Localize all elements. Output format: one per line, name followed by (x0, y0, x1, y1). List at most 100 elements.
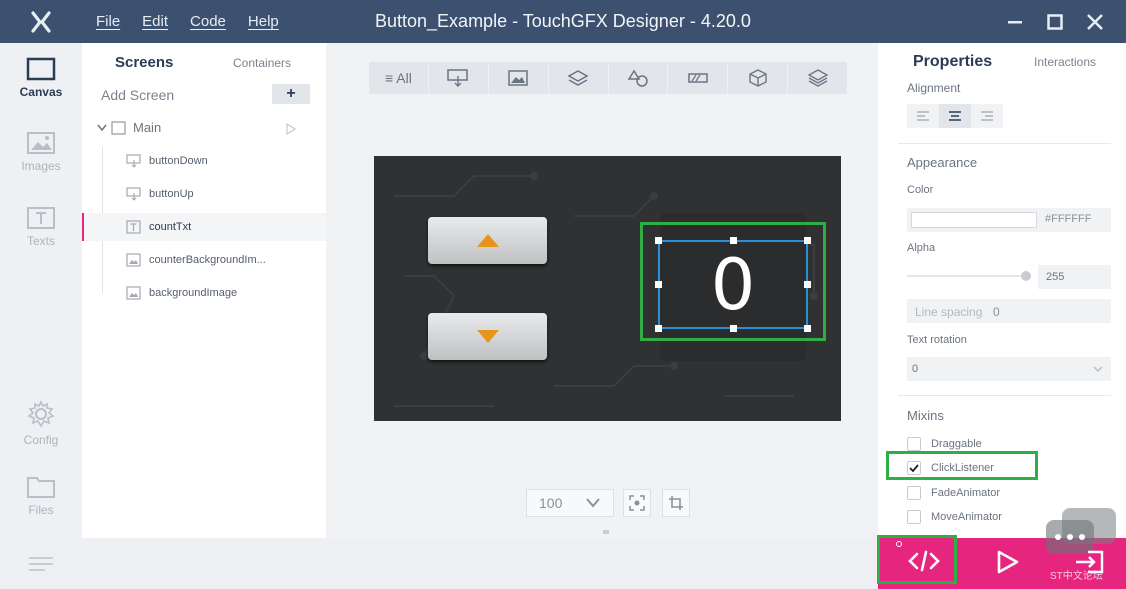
alpha-label: Alpha (907, 242, 936, 254)
alpha-slider-track[interactable] (907, 275, 1027, 277)
fadeanimator-checkbox[interactable] (907, 486, 921, 500)
mixin-label: Draggable (931, 438, 982, 450)
run-simulator-button[interactable] (995, 549, 1021, 580)
crop-button[interactable] (662, 489, 690, 517)
close-button[interactable] (1075, 0, 1115, 43)
filter-misc[interactable] (788, 62, 847, 94)
screen-row-main[interactable]: Main (97, 120, 161, 135)
filter-shapes[interactable] (609, 62, 669, 94)
filter-buttons[interactable] (429, 62, 489, 94)
tree-item-label: countTxt (149, 221, 192, 233)
crop-icon (669, 496, 683, 510)
image-widget-icon (126, 253, 141, 267)
screen-name: Main (133, 120, 162, 135)
button-up[interactable] (428, 217, 547, 264)
alpha-slider-thumb[interactable] (1021, 271, 1031, 281)
rail-config-label: Config (23, 433, 59, 447)
window-title: Button_Example - TouchGFX Designer - 4.2… (375, 11, 751, 31)
menu-code[interactable]: Code (190, 13, 226, 30)
filter-containers[interactable] (549, 62, 609, 94)
zoom-select[interactable]: 100 (526, 489, 614, 517)
log-toggle-button[interactable] (28, 556, 54, 577)
canvas-icon (26, 57, 56, 81)
menu-edit[interactable]: Edit (142, 13, 168, 30)
line-spacing-field[interactable]: Line spacing 0 (907, 299, 1111, 323)
alpha-value: 255 (1046, 271, 1065, 283)
tab-properties[interactable]: Properties (913, 53, 992, 71)
tab-screens[interactable]: Screens (115, 54, 173, 71)
layers-icon (567, 70, 589, 86)
filter-images[interactable] (489, 62, 549, 94)
align-center-icon (949, 111, 961, 121)
cube-icon (748, 69, 767, 87)
text-rotation-label: Text rotation (907, 334, 967, 346)
add-screen-button[interactable]: + (272, 84, 310, 104)
alignment-group (907, 104, 1003, 128)
tree-item-label: backgroundImage (149, 287, 238, 299)
mixin-moveanimator[interactable]: MoveAnimator (907, 510, 1002, 524)
rail-texts-label: Texts (26, 234, 55, 248)
minimize-button[interactable] (995, 0, 1035, 43)
chevron-down-icon (97, 124, 107, 131)
text-rotation-value: 0 (912, 363, 919, 375)
alpha-input[interactable]: 255 (1038, 265, 1111, 289)
mixin-draggable[interactable]: Draggable (907, 437, 982, 451)
tab-interactions[interactable]: Interactions (1034, 55, 1096, 69)
maximize-button[interactable] (1035, 0, 1075, 43)
appearance-label: Appearance (907, 155, 978, 170)
fit-screen-button[interactable] (623, 489, 651, 517)
rail-config[interactable]: Config (0, 399, 82, 465)
rail-images[interactable]: Images (0, 131, 82, 197)
center-view-icon (629, 495, 645, 511)
stack-icon (807, 69, 828, 87)
texts-icon (27, 207, 55, 229)
screens-panel: Screens Containers Add Screen + Main but… (82, 43, 326, 538)
tree-item-label: counterBackgroundIm... (149, 254, 266, 266)
screen-icon (111, 120, 126, 135)
gear-icon (27, 400, 55, 428)
mixin-fadeanimator[interactable]: FadeAnimator (907, 486, 1000, 500)
touchgfx-logo-icon (0, 0, 82, 43)
tree-item-label: buttonDown (149, 155, 208, 167)
tree-item-buttonup[interactable]: buttonUp (82, 180, 326, 208)
button-down[interactable] (428, 313, 547, 360)
arrow-down-icon (477, 330, 499, 343)
tree-item-backgroundimage[interactable]: backgroundImage (82, 279, 326, 307)
button-widget-icon (126, 187, 141, 201)
menu-file[interactable]: File (96, 13, 120, 30)
align-center-button[interactable] (939, 104, 971, 128)
color-field[interactable]: #FFFFFF (907, 208, 1111, 232)
draggable-checkbox[interactable] (907, 437, 921, 451)
color-swatch[interactable] (911, 212, 1037, 228)
window-controls (995, 0, 1115, 43)
mixin-label: MoveAnimator (931, 511, 1002, 523)
left-rail: Canvas Images Texts Config Files (0, 43, 82, 538)
tree-item-counttxt[interactable]: countTxt (82, 213, 326, 241)
line-spacing-value: 0 (993, 305, 1000, 319)
rail-canvas[interactable]: Canvas (0, 57, 82, 123)
align-left-button[interactable] (907, 104, 939, 128)
text-rotation-select[interactable]: 0 (907, 357, 1111, 381)
align-right-button[interactable] (971, 104, 1003, 128)
play-screen-icon[interactable] (286, 123, 296, 135)
rail-canvas-label: Canvas (19, 85, 63, 99)
rail-files[interactable]: Files (0, 473, 82, 539)
tree-item-counterbackground[interactable]: counterBackgroundIm... (82, 246, 326, 274)
filter-all-label: ≡ All (385, 70, 412, 86)
splitter-handle[interactable] (603, 530, 609, 534)
moveanimator-checkbox[interactable] (907, 510, 921, 524)
filter-all-button[interactable]: ≡ All (369, 62, 429, 94)
add-screen-label: Add Screen (101, 87, 175, 103)
tab-containers[interactable]: Containers (233, 56, 291, 70)
image-filter-icon (508, 70, 528, 86)
arrow-up-icon (477, 234, 499, 247)
rail-texts[interactable]: Texts (0, 206, 82, 272)
zoom-value: 100 (539, 495, 563, 511)
filter-progress[interactable] (668, 62, 729, 94)
divider (898, 143, 1111, 144)
highlight-counter (640, 222, 826, 341)
filter-3d[interactable] (728, 62, 789, 94)
menu-help[interactable]: Help (248, 13, 279, 30)
tree-item-buttondown[interactable]: buttonDown (82, 147, 326, 175)
shapes-icon (627, 69, 648, 87)
